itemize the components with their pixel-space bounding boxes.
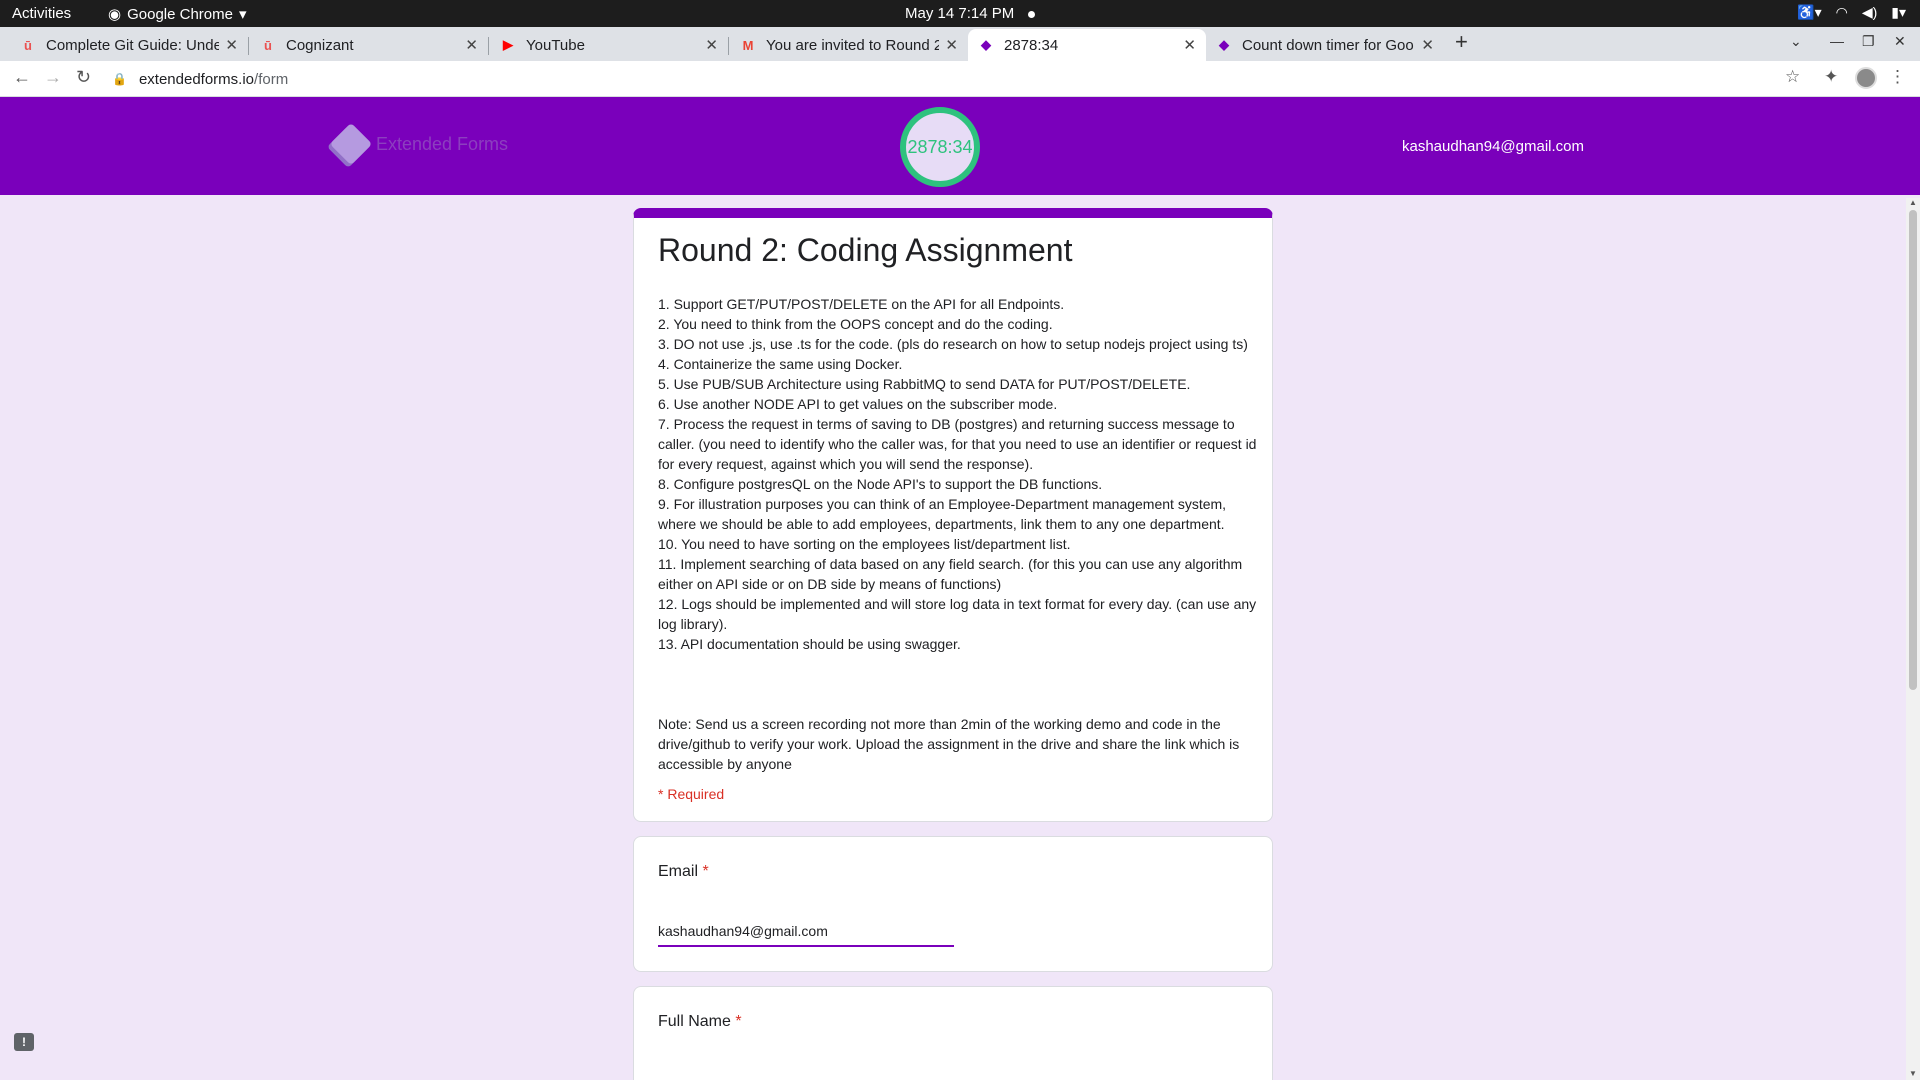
- required-star: *: [702, 863, 709, 880]
- system-tray[interactable]: ♿▾ ◠ ◀) ▮▾: [1797, 4, 1906, 21]
- tab-title: YouTube: [526, 36, 585, 54]
- description-line: 4. Containerize the same using Docker.: [658, 356, 903, 372]
- youtube-icon: ▶: [503, 37, 513, 52]
- logo[interactable]: Extended Forms: [329, 122, 509, 166]
- chrome-icon: ◉: [108, 6, 122, 23]
- fullname-label-text: Full Name: [658, 1013, 731, 1030]
- reload-icon[interactable]: ↻: [76, 67, 91, 88]
- forward-icon[interactable]: →: [44, 67, 62, 88]
- description-line: 9. For illustration purposes you can thi…: [658, 496, 1227, 532]
- activities-button[interactable]: Activities: [12, 5, 71, 22]
- battery-icon: ▮▾: [1891, 4, 1906, 20]
- tab-title: Cognizant: [286, 36, 354, 54]
- url-path: /form: [254, 70, 289, 88]
- form-title: Round 2: Coding Assignment: [658, 232, 1073, 268]
- tab-youtube[interactable]: ▶ YouTube ✕: [490, 29, 728, 61]
- close-tab-icon[interactable]: ✕: [1183, 36, 1196, 54]
- accessibility-icon[interactable]: ♿▾: [1797, 4, 1821, 21]
- description-line: 7. Process the request in terms of savin…: [658, 416, 1257, 472]
- tab-search-icon[interactable]: ⌄: [1790, 33, 1802, 50]
- description-line: 12. Logs should be implemented and will …: [658, 596, 1257, 632]
- description-line: 11. Implement searching of data based on…: [658, 556, 1243, 592]
- udemy-icon: ū: [264, 37, 272, 53]
- tab-timer-active[interactable]: ◆ 2878:34 ✕: [968, 29, 1206, 61]
- tab-title: Complete Git Guide: Unde: [46, 36, 220, 54]
- close-tab-icon[interactable]: ✕: [705, 36, 718, 54]
- logo-icon: [329, 122, 373, 166]
- description-line: 5. Use PUB/SUB Architecture using Rabbit…: [658, 376, 1191, 392]
- back-icon[interactable]: ←: [13, 67, 31, 88]
- tab-git-guide[interactable]: ū Complete Git Guide: Unde ✕: [10, 29, 248, 61]
- profile-avatar[interactable]: [1855, 67, 1877, 89]
- fullname-label: Full Name *: [658, 1013, 742, 1031]
- tab-gmail-invite[interactable]: M You are invited to Round 2 ✕: [730, 29, 968, 61]
- extendedforms-icon: ◆: [1219, 37, 1229, 52]
- wifi-icon: ◠: [1835, 4, 1848, 20]
- required-star: *: [735, 1013, 742, 1030]
- email-question-card: Email *: [633, 836, 1273, 972]
- tab-title: You are invited to Round 2: [766, 36, 940, 54]
- os-top-bar: Activities ◉ Google Chrome ▾ May 14 7:14…: [0, 0, 1920, 27]
- user-email: kashaudhan94@gmail.com: [1402, 138, 1584, 155]
- app-name: Google Chrome: [127, 5, 233, 23]
- tab-strip: ū Complete Git Guide: Unde ✕ ū Cognizant…: [0, 27, 1920, 61]
- restore-icon[interactable]: ❐: [1862, 33, 1875, 50]
- app-menu[interactable]: ◉ Google Chrome ▾: [108, 5, 247, 24]
- tab-divider: [728, 37, 729, 55]
- description-line: 2. You need to think from the OOPS conce…: [658, 316, 1053, 332]
- close-tab-icon[interactable]: ✕: [1421, 36, 1434, 54]
- required-notice: * Required: [658, 786, 725, 802]
- close-tab-icon[interactable]: ✕: [945, 36, 958, 54]
- url-domain: extendedforms.io: [138, 70, 255, 88]
- form-description: 1. Support GET/PUT/POST/DELETE on the AP…: [658, 294, 1258, 654]
- close-tab-icon[interactable]: ✕: [465, 36, 478, 54]
- logo-text: Extended Forms: [376, 133, 509, 154]
- minimize-icon[interactable]: —: [1830, 33, 1844, 49]
- scroll-down-icon[interactable]: ▼: [1909, 1069, 1917, 1078]
- close-window-icon[interactable]: ✕: [1894, 33, 1906, 50]
- notification-dot: [1028, 10, 1036, 18]
- bookmark-star-icon[interactable]: ☆: [1785, 67, 1800, 87]
- menu-kebab-icon[interactable]: ⋮: [1889, 67, 1906, 87]
- close-tab-icon[interactable]: ✕: [225, 36, 238, 54]
- tab-title: 2878:34: [1004, 36, 1059, 54]
- new-tab-button[interactable]: +: [1455, 29, 1468, 55]
- email-label: Email *: [658, 863, 709, 881]
- gmail-icon: M: [742, 37, 754, 53]
- tab-title: Count down timer for Goo: [1242, 36, 1414, 54]
- scroll-up-icon[interactable]: ▲: [1909, 198, 1917, 207]
- tab-cognizant[interactable]: ū Cognizant ✕: [250, 29, 488, 61]
- description-line: 13. API documentation should be using sw…: [658, 636, 961, 652]
- tab-divider: [248, 37, 249, 55]
- lock-icon[interactable]: 🔒: [112, 72, 127, 86]
- email-field[interactable]: [658, 917, 954, 947]
- udemy-icon: ū: [24, 37, 32, 53]
- extendedforms-icon: ◆: [981, 37, 991, 52]
- clock-text: May 14 7:14 PM: [905, 5, 1015, 22]
- description-line: 8. Configure postgresQL on the Node API'…: [658, 476, 1103, 492]
- description-line: 1. Support GET/PUT/POST/DELETE on the AP…: [658, 296, 1065, 312]
- fullname-question-card: Full Name *: [633, 986, 1273, 1080]
- form-note: Note: Send us a screen recording not mor…: [658, 716, 1240, 772]
- volume-icon: ◀): [1861, 4, 1878, 20]
- description-line: 3. DO not use .js, use .ts for the code.…: [658, 336, 1248, 352]
- browser-toolbar: ← → ↻ 🔒 extendedforms.io/form ☆ ✦ ⋮: [0, 61, 1920, 97]
- tab-divider: [488, 37, 489, 55]
- form-header-card: Round 2: Coding Assignment 1. Support GE…: [633, 208, 1273, 822]
- scroll-thumb[interactable]: [1909, 210, 1917, 690]
- feedback-icon[interactable]: !: [14, 1033, 34, 1051]
- page-scrollbar[interactable]: ▲ ▼: [1906, 198, 1920, 1080]
- tab-countdown[interactable]: ◆ Count down timer for Goo ✕: [1206, 29, 1444, 61]
- description-line: 10. You need to have sorting on the empl…: [658, 536, 1071, 552]
- countdown-timer: 2878:34: [900, 107, 980, 187]
- chevron-down-icon: ▾: [238, 6, 247, 23]
- email-label-text: Email: [658, 863, 699, 880]
- extensions-icon[interactable]: ✦: [1824, 67, 1838, 87]
- clock[interactable]: May 14 7:14 PM: [905, 5, 1036, 22]
- address-bar[interactable]: 🔒 extendedforms.io/form: [112, 65, 1792, 93]
- page-header: Extended Forms 2878:34 kashaudhan94@gmai…: [0, 97, 1920, 195]
- description-line: 6. Use another NODE API to get values on…: [658, 396, 1058, 412]
